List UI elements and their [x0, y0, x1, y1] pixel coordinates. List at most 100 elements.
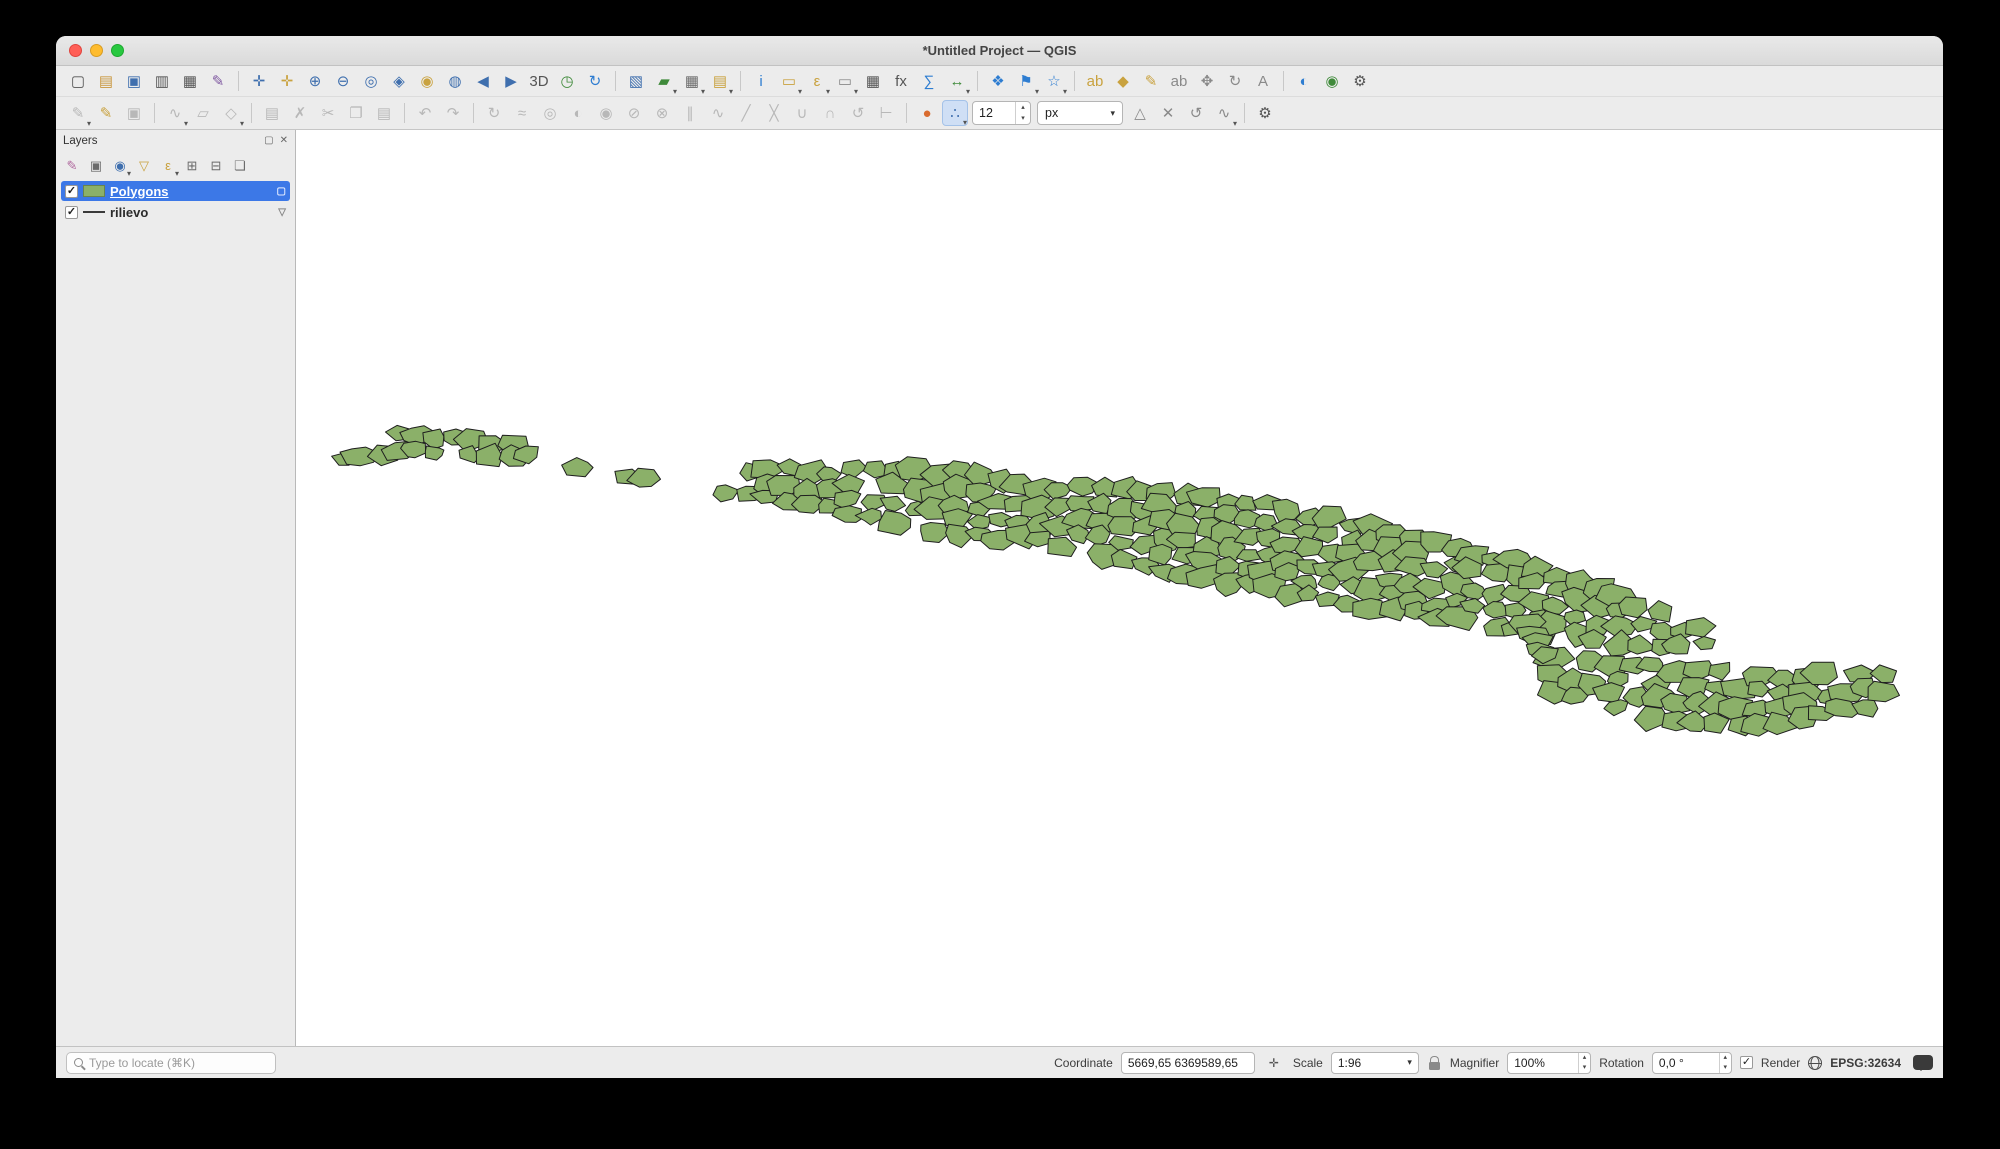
processing-toolbox-button[interactable]: ⚙	[1347, 68, 1373, 94]
data-source-manager-button[interactable]: ▧	[623, 68, 649, 94]
style-manager-button[interactable]: ✎	[205, 68, 231, 94]
reshape-features-button[interactable]: ∿	[705, 100, 731, 126]
pin-labels-button[interactable]: ✎	[1138, 68, 1164, 94]
add-mesh-layer-button[interactable]: ▤ ▾	[707, 68, 733, 96]
rotation-spinbox[interactable]: ▴ ▾	[1651, 1051, 1732, 1074]
add-raster-layer-dropdown-icon[interactable]: ▾	[701, 88, 705, 96]
add-part-button[interactable]: ◐	[565, 100, 591, 126]
toggle-editing-button[interactable]: ✎	[93, 100, 119, 126]
highlight-pinned-labels-button[interactable]: ab	[1166, 68, 1192, 94]
zoom-in-button[interactable]: ⊕	[302, 68, 328, 94]
zoom-next-button[interactable]: ▶	[498, 68, 524, 94]
zoom-to-selection-button[interactable]: ◉	[414, 68, 440, 94]
new-project-button[interactable]: ▢	[65, 68, 91, 94]
open-attribute-table-button[interactable]: ▦	[860, 68, 886, 94]
rotate-point-symbols-button[interactable]: ↺	[845, 100, 871, 126]
magnifier-input[interactable]	[1508, 1055, 1578, 1070]
split-features-button[interactable]: ╱	[733, 100, 759, 126]
snapping-mode-dropdown-icon[interactable]: ▾	[963, 119, 967, 127]
refresh-map-button[interactable]: ↻	[582, 68, 608, 94]
delete-part-button[interactable]: ⊗	[649, 100, 675, 126]
merge-attributes-button[interactable]: ∩	[817, 100, 843, 126]
layer-labeling-button[interactable]: ab	[1082, 68, 1108, 94]
rotation-input[interactable]	[1652, 1055, 1719, 1070]
layer-visibility-checkbox[interactable]: ✓	[65, 184, 78, 198]
zoom-last-button[interactable]: ◀	[470, 68, 496, 94]
snapping-tolerance-spinbox[interactable]: ▴▾	[972, 101, 1031, 125]
snapping-mode-button[interactable]: ∴ ▾	[942, 100, 968, 127]
crs-label[interactable]: EPSG:32634	[1830, 1056, 1901, 1070]
add-raster-layer-button[interactable]: ▦ ▾	[679, 68, 705, 96]
add-polygon-feature-button[interactable]: ▱	[190, 100, 216, 126]
show-bookmarks-dropdown-icon[interactable]: ▾	[1063, 88, 1067, 96]
simplify-feature-button[interactable]: ≈	[509, 100, 535, 126]
manage-map-themes-dropdown-icon[interactable]: ▾	[127, 170, 131, 178]
lock-icon[interactable]	[1428, 1055, 1440, 1070]
digitize-curve-dropdown-icon[interactable]: ▾	[184, 120, 188, 128]
deselect-features-dropdown-icon[interactable]: ▾	[854, 88, 858, 96]
delete-selected-button[interactable]: ✗	[287, 100, 313, 126]
chevron-down-icon[interactable]: ▾	[1407, 1057, 1418, 1068]
snapping-tolerance-input[interactable]	[973, 102, 1015, 124]
remove-layer-button[interactable]: ❏	[229, 154, 251, 176]
new-bookmark-button[interactable]: ⚑ ▾	[1013, 68, 1039, 96]
open-layer-styling-button[interactable]: ✎	[61, 154, 83, 176]
enable-tracing-dropdown-icon[interactable]: ▾	[1233, 120, 1237, 128]
undo-button[interactable]: ↶	[412, 100, 438, 126]
split-parts-button[interactable]: ╳	[761, 100, 787, 126]
change-label-button[interactable]: A	[1250, 68, 1276, 94]
new-3d-map-button[interactable]: 3D	[526, 68, 552, 94]
add-ring-button[interactable]: ◎	[537, 100, 563, 126]
statistical-summary-button[interactable]: ∑	[916, 68, 942, 94]
trim-extend-button[interactable]: ⊢	[873, 100, 899, 126]
render-checkbox[interactable]: ✓	[1739, 1056, 1753, 1069]
show-bookmarks-button[interactable]: ☆ ▾	[1041, 68, 1067, 96]
map-canvas[interactable]	[296, 130, 1943, 1046]
zoom-out-button[interactable]: ⊖	[330, 68, 356, 94]
open-project-button[interactable]: ▤	[93, 68, 119, 94]
digitize-curve-button[interactable]: ∿ ▾	[162, 100, 188, 128]
enable-tracing-button[interactable]: ∿ ▾	[1211, 100, 1237, 128]
cut-features-button[interactable]: ✂	[315, 100, 341, 126]
zoom-to-layer-button[interactable]: ◍	[442, 68, 468, 94]
current-edits-dropdown-icon[interactable]: ▾	[87, 120, 91, 128]
vertex-tool-dropdown-icon[interactable]: ▾	[240, 120, 244, 128]
close-panel-icon[interactable]: ✕	[280, 136, 288, 146]
coordinate-field[interactable]	[1120, 1051, 1255, 1074]
filter-legend-button[interactable]: ▽	[133, 154, 155, 176]
self-snapping-button[interactable]: ↺	[1183, 100, 1209, 126]
save-layer-edits-button[interactable]: ▣	[121, 100, 147, 126]
temporal-controller-button[interactable]: ◷	[554, 68, 580, 94]
redo-button[interactable]: ↷	[440, 100, 466, 126]
stepper-up-icon[interactable]: ▴	[1579, 1053, 1591, 1063]
zoom-window-button[interactable]	[111, 44, 124, 57]
print-layout-button[interactable]: ▥	[149, 68, 175, 94]
add-group-button[interactable]: ▣	[85, 154, 107, 176]
modify-attributes-button[interactable]: ▤	[259, 100, 285, 126]
enable-snapping-button[interactable]: ●	[914, 100, 940, 126]
add-vector-layer-button[interactable]: ▰ ▾	[651, 68, 677, 96]
identify-features-button[interactable]: i	[748, 68, 774, 94]
snapping-units-combo[interactable]: px ▾	[1037, 101, 1123, 125]
vertex-tool-button[interactable]: ◇ ▾	[218, 100, 244, 128]
coordinate-input[interactable]	[1121, 1055, 1254, 1070]
map-tips-button[interactable]: ❖	[985, 68, 1011, 94]
pan-to-selection-button[interactable]: ✛	[274, 68, 300, 94]
scale-input[interactable]	[1331, 1055, 1408, 1070]
minimize-window-button[interactable]	[90, 44, 103, 57]
collapse-all-button[interactable]: ⊟	[205, 154, 227, 176]
rotate-feature-button[interactable]: ↻	[481, 100, 507, 126]
select-by-expression-button[interactable]: ε ▾	[804, 68, 830, 96]
expand-all-button[interactable]: ⊞	[181, 154, 203, 176]
add-mesh-layer-dropdown-icon[interactable]: ▾	[729, 88, 733, 96]
layer-visibility-checkbox[interactable]: ✓	[65, 205, 78, 219]
select-by-expression-dropdown-icon[interactable]: ▾	[826, 88, 830, 96]
field-calculator-button[interactable]: fx	[888, 68, 914, 94]
layer-item-rilievo[interactable]: ✓ rilievo ▽	[61, 202, 290, 222]
layer-item-polygons[interactable]: ✓ Polygons ▢	[61, 181, 290, 201]
magnifier-spinbox[interactable]: ▴ ▾	[1507, 1051, 1592, 1074]
web-services-button[interactable]: ◉	[1319, 68, 1345, 94]
new-bookmark-dropdown-icon[interactable]: ▾	[1035, 88, 1039, 96]
crs-globe-icon[interactable]	[1808, 1055, 1823, 1070]
snapping-on-intersection-button[interactable]: ✕	[1155, 100, 1181, 126]
